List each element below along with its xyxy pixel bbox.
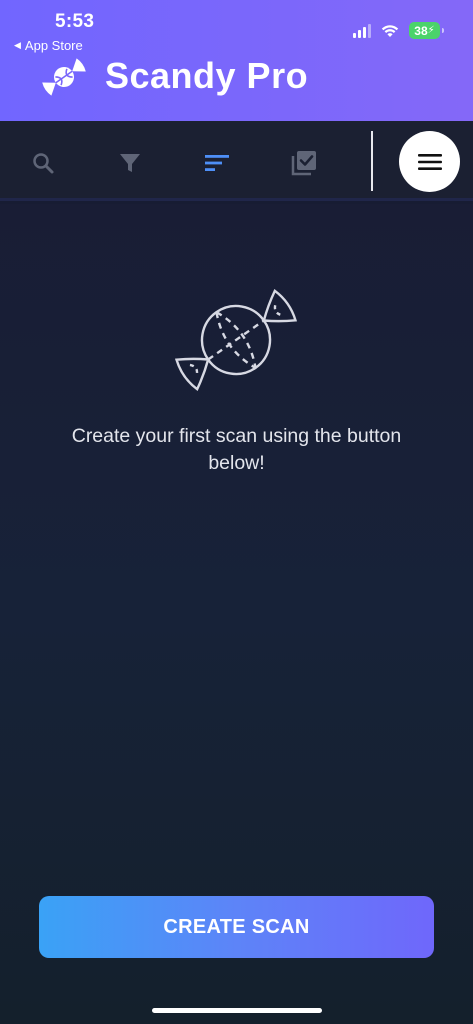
- search-button[interactable]: [23, 143, 63, 183]
- sort-button[interactable]: [197, 143, 237, 183]
- home-indicator[interactable]: [152, 1008, 322, 1013]
- hamburger-menu-icon: [417, 153, 442, 170]
- candy-icon: [42, 58, 86, 96]
- back-arrow-icon: ◀: [14, 40, 21, 50]
- status-icons: 38 ⚡: [353, 22, 444, 39]
- select-multiple-button[interactable]: [284, 143, 324, 183]
- back-to-app-store-link[interactable]: ◀ App Store: [14, 38, 83, 53]
- status-time: 5:53: [55, 11, 95, 32]
- search-icon: [33, 153, 54, 174]
- app-title: Scandy Pro: [105, 55, 309, 96]
- empty-state-message: Create your first scan using the button …: [71, 425, 402, 474]
- app-header: 5:53 ◀ App Store 38 ⚡ Scandy Pro: [0, 0, 473, 121]
- back-label: App Store: [24, 38, 83, 53]
- sort-icon: [205, 155, 229, 171]
- wifi-icon: [381, 24, 399, 37]
- cellular-signal-icon: [353, 23, 371, 38]
- filter-button[interactable]: [110, 143, 150, 183]
- create-scan-button[interactable]: CREATE SCAN: [39, 896, 434, 958]
- filter-icon: [120, 154, 140, 172]
- select-multiple-icon: [291, 151, 316, 176]
- battery-level: 38: [414, 23, 428, 38]
- candy-outline-icon: [174, 289, 298, 391]
- toolbar-divider: [371, 131, 373, 191]
- battery-icon: 38 ⚡: [409, 22, 444, 39]
- menu-button[interactable]: [399, 131, 460, 192]
